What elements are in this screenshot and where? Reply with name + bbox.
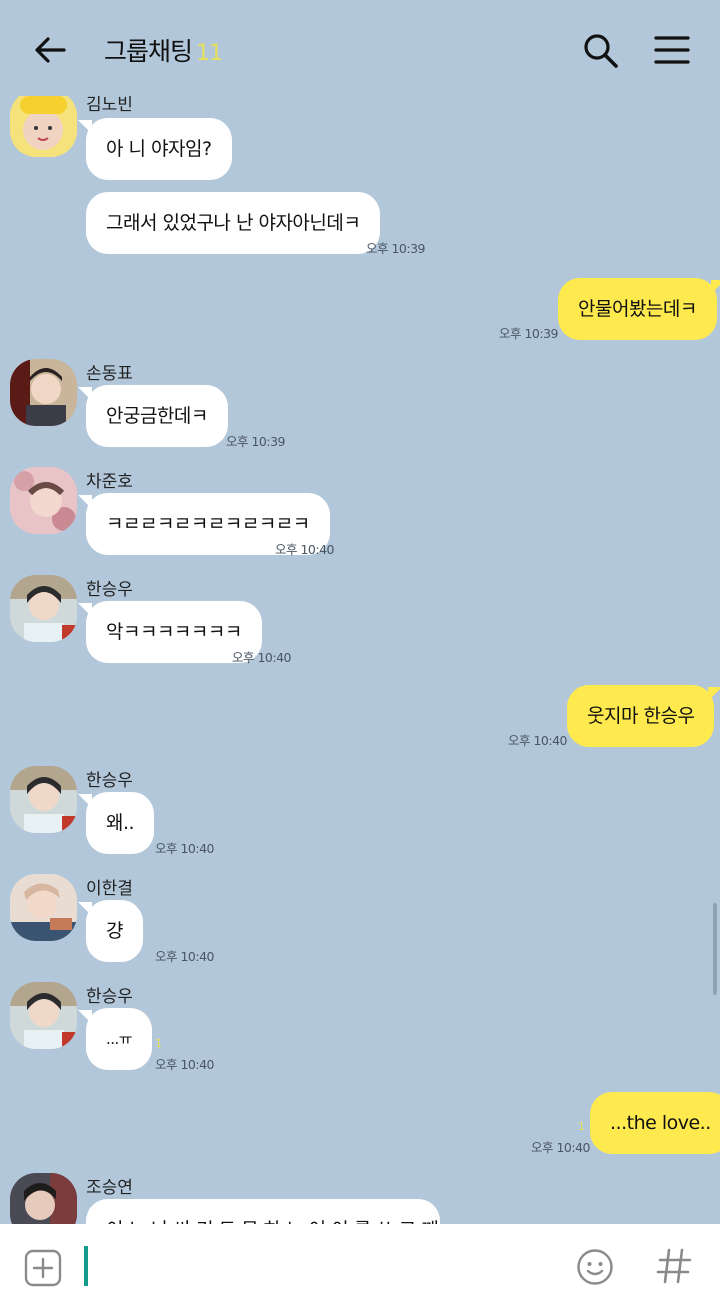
avatar[interactable]	[10, 766, 77, 833]
sender-name: 조승연	[86, 1178, 133, 1198]
message-bubble[interactable]: 아 니 야자임?	[78, 118, 232, 180]
avatar[interactable]	[10, 359, 77, 426]
plus-square-icon[interactable]	[24, 1249, 62, 1287]
avatar[interactable]	[10, 467, 77, 534]
message-bubble[interactable]: ...ㅠ	[77, 1008, 153, 1070]
unread-count: 1	[578, 1120, 585, 1133]
message-bubble[interactable]: 이 노 난 싸 리 도 무 하 느 여 이 를 쓰 고 깨 니 키 이	[86, 1199, 440, 1224]
chat-title: 그룹채팅 11	[104, 32, 223, 68]
message-time: 오후 10:40	[531, 1140, 591, 1155]
message-bubble[interactable]: 왜..	[77, 792, 155, 854]
message-time: 오후 10:40	[232, 650, 292, 665]
sender-name: 한승우	[86, 771, 133, 791]
message-list[interactable]: 김노빈 아 니 야자임? 그래서 있었구나 난 야자아닌데ㅋ 오후 10:39 …	[0, 96, 720, 1224]
unread-count: 1	[155, 1037, 162, 1050]
avatar[interactable]	[10, 575, 77, 642]
avatar[interactable]	[10, 982, 77, 1049]
sender-name: 한승우	[86, 580, 133, 600]
message-time: 오후 10:40	[155, 841, 215, 856]
avatar[interactable]	[10, 874, 77, 941]
message-bubble[interactable]: 걍	[78, 900, 143, 962]
sender-name: 차준호	[86, 472, 133, 492]
message-time: 오후 10:39	[366, 241, 426, 256]
search-icon[interactable]	[580, 30, 622, 72]
sender-name: 손동표	[86, 364, 133, 384]
emoji-icon[interactable]	[576, 1248, 614, 1286]
message-bubble[interactable]: 안궁금한데ㅋ	[78, 385, 228, 447]
message-time: 오후 10:40	[508, 733, 568, 748]
message-input[interactable]	[84, 1246, 554, 1286]
sender-name: 이한결	[86, 879, 133, 899]
composer-bar	[0, 1224, 720, 1309]
menu-icon[interactable]	[652, 32, 692, 68]
sender-name: 김노빈	[86, 96, 133, 115]
my-message-bubble[interactable]: ...the love..	[590, 1092, 720, 1154]
chat-header: 그룹채팅 11	[0, 0, 720, 96]
scrollbar-thumb[interactable]	[713, 903, 717, 995]
back-arrow-icon[interactable]	[30, 30, 70, 70]
chat-title-text: 그룹채팅	[104, 37, 193, 66]
message-time: 오후 10:39	[226, 434, 286, 449]
member-count: 11	[196, 41, 223, 66]
my-message-bubble[interactable]: 안물어봤는데ㅋ	[558, 278, 720, 340]
message-time: 오후 10:40	[275, 542, 335, 557]
sender-name: 한승우	[86, 987, 133, 1007]
message-time: 오후 10:40	[155, 1057, 215, 1072]
avatar[interactable]	[10, 1173, 77, 1224]
message-bubble[interactable]: 그래서 있었구나 난 야자아닌데ㅋ	[86, 192, 381, 254]
my-message-bubble[interactable]: 웃지마 한승우	[567, 685, 720, 747]
message-time: 오후 10:39	[499, 326, 559, 341]
message-time: 오후 10:40	[155, 949, 215, 964]
hashtag-icon[interactable]	[654, 1246, 694, 1286]
avatar[interactable]	[10, 96, 77, 157]
